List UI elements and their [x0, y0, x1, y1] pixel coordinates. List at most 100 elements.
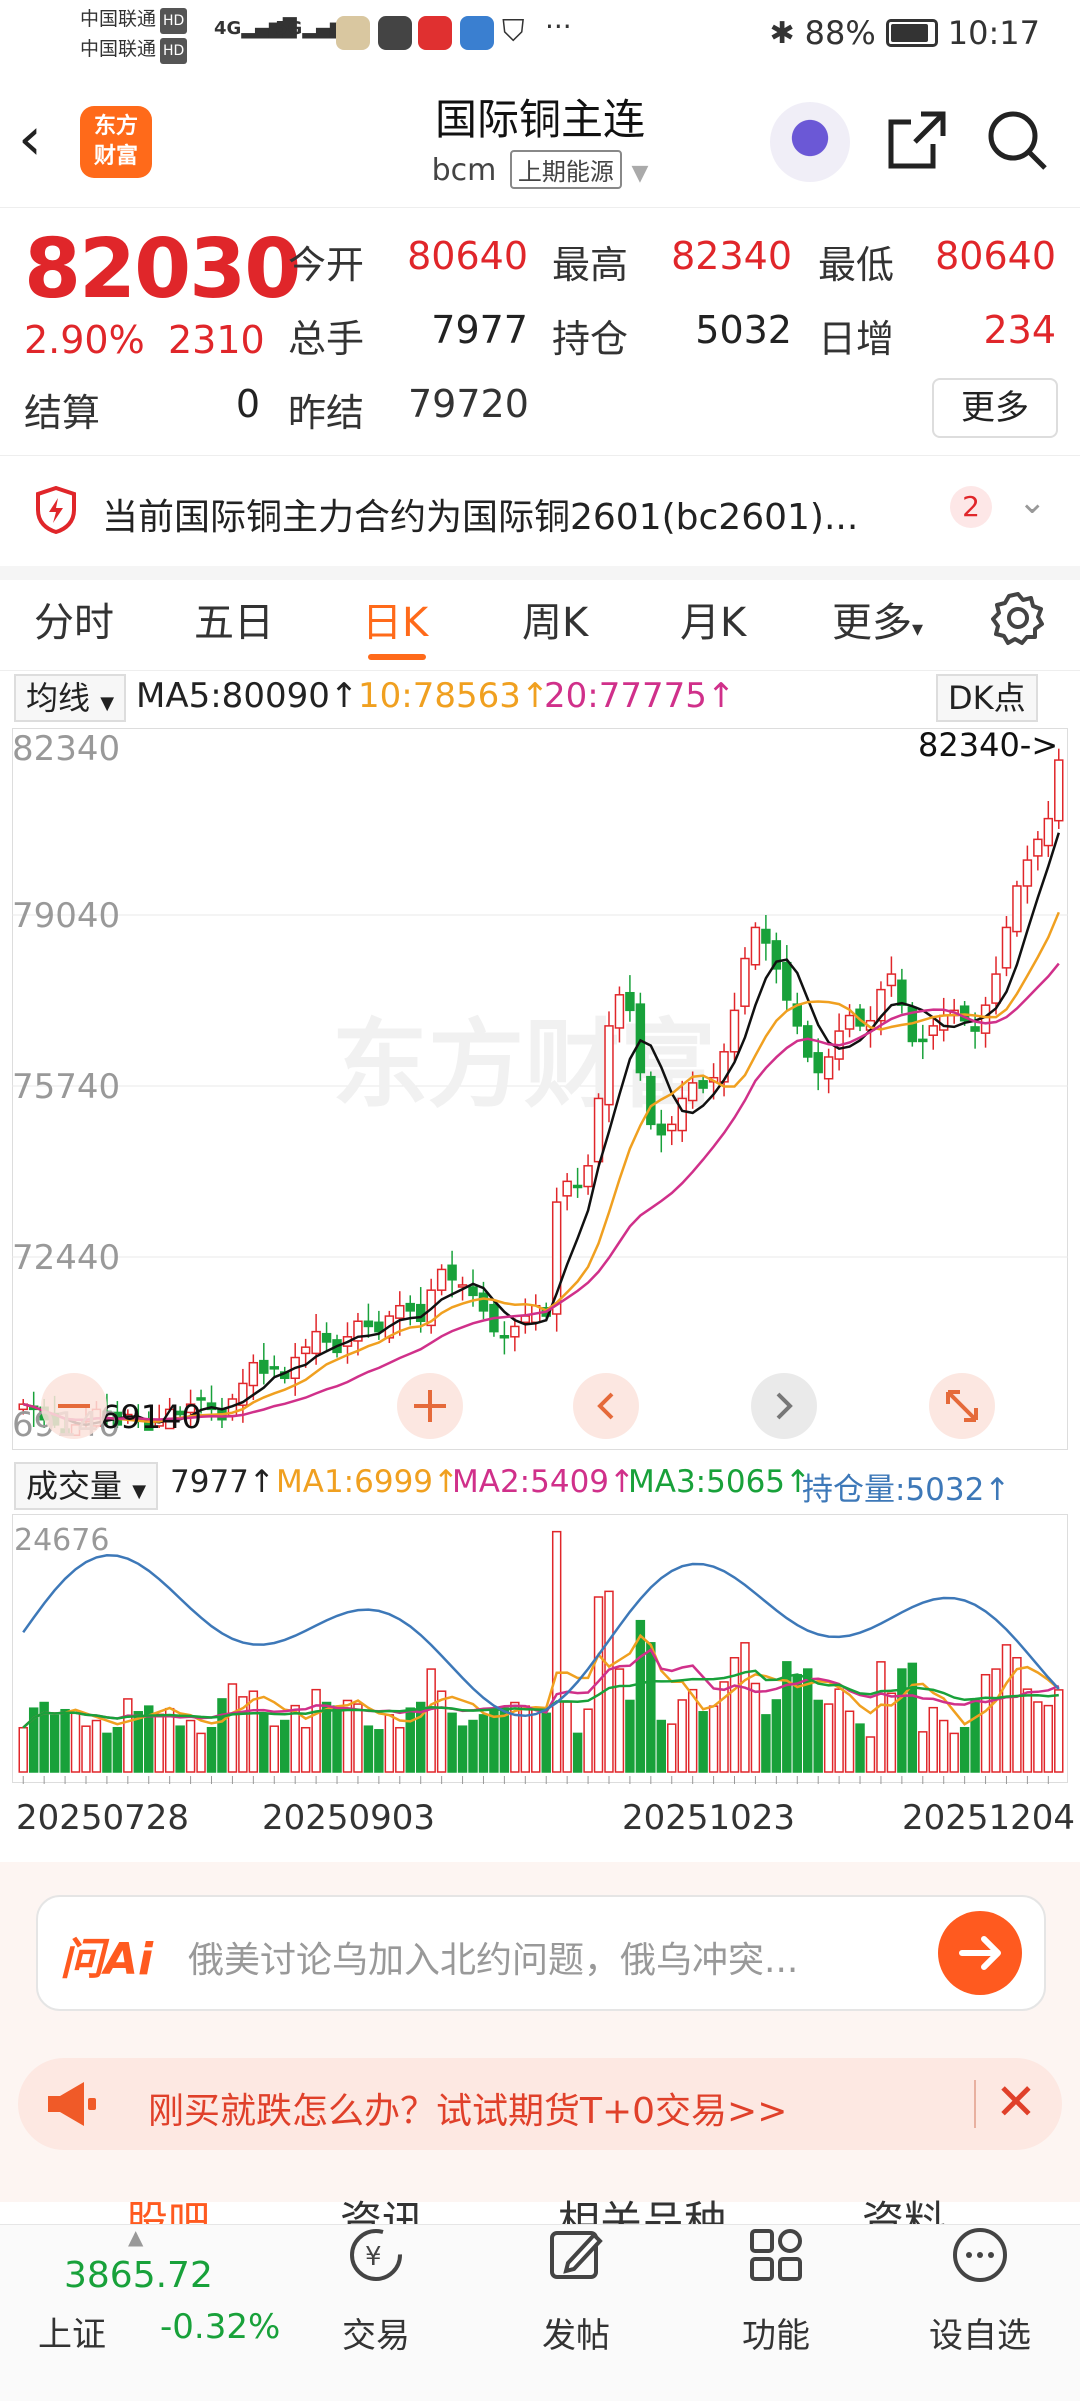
nav-functions-label: 功能	[742, 2316, 810, 2356]
contract-code: bcm	[431, 153, 497, 188]
section-tab-news[interactable]: 资讯	[340, 2188, 424, 2228]
promo-banner[interactable]: 刚买就跌怎么办？试试期货T+0交易>> ✕	[18, 2058, 1062, 2150]
settle-value: 0	[235, 382, 260, 426]
more-circle-icon	[920, 2225, 1040, 2308]
volume-bar	[112, 1726, 123, 1773]
indicator-select[interactable]: 均线 ▼	[14, 674, 127, 722]
volume-bar	[938, 1719, 949, 1773]
candle-up	[1054, 759, 1064, 822]
volume-bar	[311, 1688, 321, 1773]
ai-question-box[interactable]: 问Ai 俄美讨论乌加入北约问题，俄乌冲突...	[36, 1895, 1046, 2011]
tab-monthly-k[interactable]: 月K	[680, 590, 746, 648]
volume-bar	[499, 1707, 510, 1773]
volume-label: 总手	[288, 317, 365, 361]
volume-bar	[959, 1726, 970, 1773]
candle-up	[520, 1315, 531, 1324]
volume-bar	[750, 1682, 761, 1773]
volume-bar	[1022, 1688, 1033, 1773]
battery-percent: 88%	[804, 14, 876, 52]
index-change: -0.32%	[160, 2307, 281, 2347]
search-icon[interactable]	[985, 108, 1049, 172]
section-tab-guba[interactable]: 股吧	[126, 2188, 210, 2228]
nav-functions[interactable]: 功能	[716, 2225, 836, 2357]
notice-text: 当前国际铜主力合约为国际铜2601(bc2601)...	[102, 497, 859, 538]
index-name: 上证	[38, 2315, 106, 2355]
last-price: 82030	[24, 222, 301, 317]
volume-bar	[687, 1688, 698, 1773]
candle-up	[1012, 885, 1022, 933]
volume-bar	[227, 1683, 238, 1773]
tab-daily-k[interactable]: 日K	[362, 590, 428, 648]
candle-up	[1022, 859, 1033, 887]
bag-notification-icon	[378, 16, 412, 50]
ai-assistant-icon[interactable]	[770, 102, 850, 182]
candle-down	[415, 1303, 426, 1323]
volume-bar	[269, 1725, 279, 1773]
volume-bar	[970, 1698, 980, 1773]
volume-bar	[81, 1725, 91, 1773]
contract-notice[interactable]: 当前国际铜主力合约为国际铜2601(bc2601)... 2 ⌄	[0, 455, 1080, 580]
volume-indicator-select[interactable]: 成交量 ▼	[14, 1462, 159, 1510]
volume-bar	[447, 1712, 457, 1773]
candle-up	[395, 1304, 405, 1319]
volume-bar	[70, 1712, 81, 1773]
xiaohongshu-notification-icon	[418, 16, 452, 50]
section-tab-info[interactable]: 资料	[862, 2188, 946, 2228]
bluetooth-icon: ✱	[769, 15, 795, 51]
tab-intraday[interactable]: 分时	[34, 590, 114, 648]
candle-up	[593, 1097, 604, 1163]
indicator-select-label: 均线	[26, 679, 91, 717]
tab-more[interactable]: 更多▾	[832, 590, 923, 648]
chevron-down-icon[interactable]: ⌄	[1018, 482, 1047, 522]
volume-bar	[625, 1699, 635, 1773]
candle-up	[583, 1165, 593, 1188]
oi-value: 5032	[695, 308, 792, 352]
volume-bar	[635, 1619, 646, 1773]
candle-down	[269, 1366, 279, 1370]
ai-send-button[interactable]	[938, 1911, 1022, 1995]
index-value[interactable]: 3865.72	[64, 2255, 213, 2296]
nav-trade[interactable]: ¥ 交易	[316, 2225, 436, 2357]
more-quote-button[interactable]: 更多	[932, 378, 1058, 438]
dk-point-button[interactable]: DK点	[936, 674, 1038, 722]
grid-icon	[716, 2225, 836, 2308]
volume-bar	[206, 1726, 217, 1773]
volume-bar	[175, 1725, 185, 1773]
volume-bar	[259, 1712, 269, 1773]
volume-value-label: 7977↑	[170, 1464, 275, 1500]
candle-down	[321, 1332, 332, 1343]
volume-bar	[1033, 1701, 1043, 1773]
watermark: 东方财富	[332, 1009, 716, 1121]
volume-bar	[123, 1698, 133, 1773]
change-percent: 2.90%	[24, 318, 145, 362]
candle-up	[1001, 926, 1012, 969]
edit-icon	[516, 2225, 636, 2308]
volume-bar	[353, 1703, 363, 1773]
battery-icon	[885, 19, 938, 47]
tab-five-day[interactable]: 五日	[194, 590, 274, 648]
volume-bar	[164, 1707, 175, 1773]
more-notifications-icon: ···	[545, 10, 572, 43]
volume-bar	[907, 1662, 918, 1773]
volume-bar	[604, 1590, 614, 1773]
high-label: 最高	[552, 243, 629, 287]
close-icon[interactable]: ✕	[988, 2066, 1044, 2138]
bottom-nav: ▲ 3865.72 上证 -0.32% ¥ 交易 发帖 功能 设自选	[0, 2224, 1080, 2401]
volume-chart[interactable]: 24676	[12, 1514, 1068, 1784]
section-tab-related[interactable]: 相关品种	[558, 2188, 726, 2228]
volume-bar	[667, 1723, 677, 1773]
volume-bar	[813, 1699, 823, 1773]
clock: 10:17	[947, 14, 1040, 52]
nav-add-watchlist[interactable]: 设自选	[920, 2225, 1040, 2357]
ai-placeholder: 俄美讨论乌加入北约问题，俄乌冲突...	[188, 1940, 799, 1981]
scroll-right-button[interactable]	[751, 1373, 817, 1439]
kline-chart[interactable]: 东方财富 8234079040757407244069140 82340-> 6…	[12, 728, 1068, 1450]
arrow-right-icon	[959, 1936, 1001, 1970]
nav-post[interactable]: 发帖	[516, 2225, 636, 2357]
high-marker: 82340->	[918, 728, 1058, 764]
gear-icon[interactable]	[990, 590, 1046, 646]
share-icon[interactable]	[885, 108, 949, 172]
scroll-left-button[interactable]	[573, 1373, 639, 1439]
volume-bar	[740, 1642, 750, 1773]
tab-weekly-k[interactable]: 周K	[522, 590, 588, 648]
